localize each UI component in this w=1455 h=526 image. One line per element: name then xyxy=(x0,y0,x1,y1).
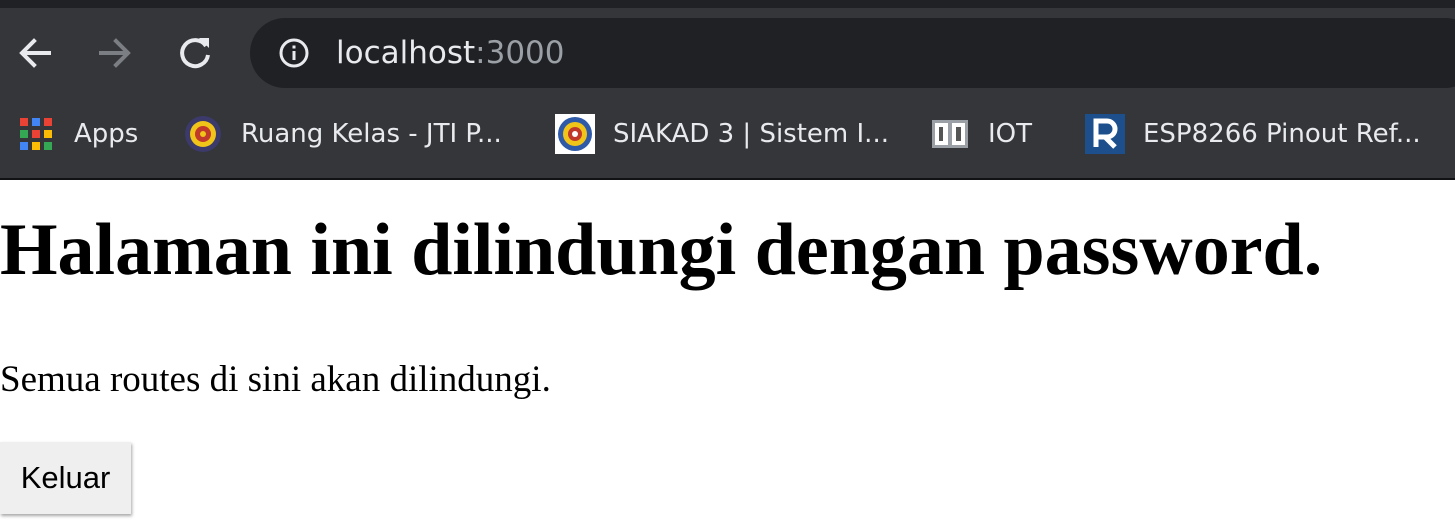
address-bar[interactable]: localhost:3000 xyxy=(250,18,1455,88)
url-port: :3000 xyxy=(475,35,565,71)
arrow-left-icon xyxy=(19,38,51,68)
bookmark-siakad[interactable]: SIAKAD 3 | Sistem I... xyxy=(555,112,889,156)
bookmark-apps[interactable]: Apps xyxy=(16,112,138,156)
bookmark-label: Apps xyxy=(74,119,139,149)
back-button[interactable] xyxy=(10,28,60,78)
book-icon xyxy=(930,114,970,154)
university-seal-icon xyxy=(183,114,223,154)
url-host: localhost xyxy=(336,35,476,71)
bookmark-esp8266[interactable]: ESP8266 Pinout Ref... xyxy=(1085,112,1421,156)
page-description: Semua routes di sini akan dilindungi. xyxy=(0,359,551,400)
logout-button[interactable]: Keluar xyxy=(0,442,131,514)
reload-button[interactable] xyxy=(170,28,220,78)
forward-button[interactable] xyxy=(90,28,140,78)
url-text[interactable]: localhost:3000 xyxy=(336,32,565,74)
bookmark-ruang-kelas[interactable]: Ruang Kelas - JTI P... xyxy=(183,112,502,156)
page-title: Halaman ini dilindungi dengan password. xyxy=(0,209,1323,291)
bookmark-label: IOT xyxy=(988,119,1033,149)
info-icon[interactable] xyxy=(278,37,310,69)
r-letter-icon xyxy=(1085,114,1125,154)
arrow-right-icon xyxy=(99,38,131,68)
bookmarks-bar: Apps Ruang Kelas - JTI P... SIAKAD 3 | S… xyxy=(0,98,1455,178)
university-seal-icon xyxy=(555,114,595,154)
tab-strip xyxy=(0,0,1455,8)
bookmark-label: Ruang Kelas - JTI P... xyxy=(241,119,502,149)
browser-chrome: localhost:3000 Apps Ruang Kelas - JTI P.… xyxy=(0,0,1455,180)
bookmark-label: ESP8266 Pinout Ref... xyxy=(1143,119,1421,149)
bookmark-iot[interactable]: IOT xyxy=(930,112,1032,156)
bookmark-label: SIAKAD 3 | Sistem I... xyxy=(613,119,889,149)
reload-icon xyxy=(180,38,210,69)
apps-grid-icon xyxy=(16,114,56,154)
chrome-divider xyxy=(0,178,1455,180)
